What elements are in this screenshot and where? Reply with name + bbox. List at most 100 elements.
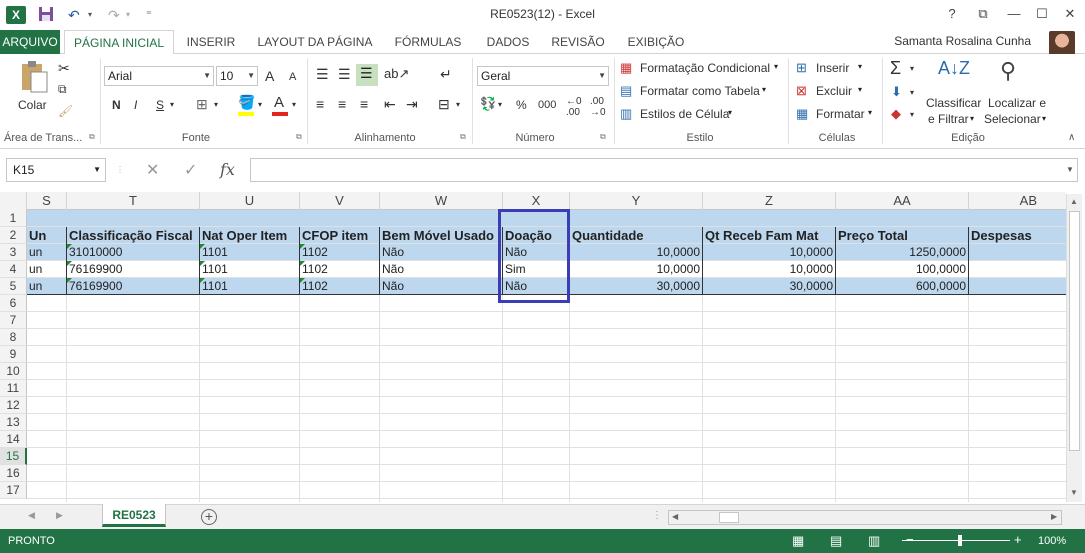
formula-input[interactable] [250, 158, 1078, 182]
column-header[interactable]: W [380, 192, 503, 210]
align-center-icon[interactable]: ≡ [338, 96, 346, 112]
table-cell[interactable]: 600,0000 [836, 278, 969, 295]
row-header[interactable]: 3 [0, 244, 27, 261]
percent-style-button[interactable]: % [516, 98, 527, 112]
font-color-icon[interactable]: A [274, 94, 284, 111]
row-header[interactable]: 1 [0, 210, 27, 227]
align-bottom-button[interactable]: ☰ [356, 64, 378, 86]
table-cell[interactable]: 30,0000 [703, 278, 836, 295]
underline-button[interactable]: S [156, 98, 164, 112]
page-layout-view-icon[interactable]: ▤ [830, 533, 842, 549]
delete-cells-button[interactable]: ⊠ Excluir ▾ [796, 83, 866, 101]
accounting-dropdown-icon[interactable]: ▾ [498, 100, 502, 109]
format-as-table-button[interactable]: ▤ Formatar como Tabela ▾ [620, 83, 780, 101]
table-header-cell[interactable]: Preço Total [836, 227, 969, 244]
tab-split-handle-icon[interactable]: ⋮ [652, 510, 662, 521]
tab-insert[interactable]: INSERIR [180, 30, 242, 54]
font-launcher-icon[interactable]: ⧉ [296, 132, 302, 142]
user-name[interactable]: Samanta Rosalina Cunha [894, 34, 1031, 48]
table-header-cell[interactable]: Nat Oper Item [200, 227, 300, 244]
table-cell[interactable]: un [27, 244, 67, 261]
italic-button[interactable]: I [134, 98, 137, 112]
merge-center-icon[interactable]: ⊟ [438, 96, 450, 113]
table-cell[interactable] [969, 261, 1066, 278]
conditional-formatting-button[interactable]: ▦ Formatação Condicional ▾ [620, 60, 786, 78]
column-header[interactable]: Y [570, 192, 703, 210]
borders-icon[interactable]: ⊞ [196, 96, 208, 113]
insert-function-icon[interactable]: fx [220, 160, 235, 179]
tab-file[interactable]: ARQUIVO [0, 30, 60, 54]
table-cell[interactable] [969, 244, 1066, 261]
table-cell[interactable]: 1101 [200, 261, 300, 278]
scroll-left-icon[interactable]: ◀ [672, 512, 678, 521]
select-all-corner[interactable] [0, 192, 27, 210]
table-cell[interactable]: 10,0000 [570, 261, 703, 278]
add-sheet-button[interactable]: + [201, 509, 217, 525]
tab-page-layout[interactable]: LAYOUT DA PÁGINA [252, 30, 378, 54]
bold-button[interactable]: N [112, 98, 121, 112]
restore-button[interactable]: ☐ [1030, 4, 1054, 24]
table-cell[interactable]: 10,0000 [703, 261, 836, 278]
table-header-cell[interactable]: Despesas [969, 227, 1066, 244]
table-cell[interactable]: 1102 [300, 244, 380, 261]
row-header[interactable]: 17 [0, 482, 27, 499]
table-cell[interactable]: Não [380, 278, 503, 295]
table-cell[interactable]: 31010000 [67, 244, 200, 261]
expand-formula-bar-icon[interactable]: ▼ [1066, 165, 1074, 174]
table-cell[interactable]: 1101 [200, 278, 300, 295]
zoom-slider-thumb[interactable] [958, 535, 962, 546]
fill-color-dropdown-icon[interactable]: ▾ [258, 100, 262, 109]
horizontal-scroll-thumb[interactable] [719, 512, 739, 523]
table-cell[interactable]: 1102 [300, 278, 380, 295]
page-break-view-icon[interactable]: ▥ [868, 533, 880, 549]
autosum-dropdown-icon[interactable]: ▾ [910, 64, 914, 73]
table-cell[interactable]: 100,0000 [836, 261, 969, 278]
row-header[interactable]: 12 [0, 397, 27, 414]
tab-formulas[interactable]: FÓRMULAS [388, 30, 468, 54]
font-family-select[interactable]: Arial ▼ [104, 66, 214, 86]
row-header[interactable]: 16 [0, 465, 27, 482]
autosum-icon[interactable]: Σ [890, 58, 901, 79]
row-header-selected[interactable]: 15 [0, 448, 27, 465]
cell-styles-button[interactable]: ▥ Estilos de Célula ▾ [620, 106, 750, 124]
enter-icon[interactable]: ✓ [184, 160, 197, 180]
table-cell[interactable]: 30,0000 [570, 278, 703, 295]
row-header[interactable]: 4 [0, 261, 27, 278]
number-launcher-icon[interactable]: ⧉ [600, 132, 606, 142]
scroll-right-icon[interactable]: ▶ [1051, 512, 1057, 521]
ribbon-display-options-button[interactable]: ⧉ [971, 4, 995, 24]
collapse-ribbon-icon[interactable]: ∧ [1068, 132, 1075, 143]
grow-font-button[interactable]: A [265, 68, 274, 84]
number-format-select[interactable]: Geral ▼ [477, 66, 609, 86]
table-cell[interactable]: Não [380, 261, 503, 278]
clipboard-launcher-icon[interactable]: ⧉ [89, 132, 95, 142]
table-header-cell[interactable]: Bem Móvel Usado [380, 227, 503, 244]
zoom-in-icon[interactable]: + [1014, 532, 1022, 547]
zoom-level[interactable]: 100% [1038, 535, 1066, 547]
font-color-dropdown-icon[interactable]: ▾ [292, 100, 296, 109]
row-header[interactable]: 9 [0, 346, 27, 363]
table-cell[interactable]: un [27, 261, 67, 278]
row-header[interactable]: 5 [0, 278, 27, 295]
align-left-icon[interactable]: ≡ [316, 96, 324, 112]
column-header[interactable]: U [200, 192, 300, 210]
table-cell[interactable]: 10,0000 [570, 244, 703, 261]
tab-home[interactable]: PÁGINA INICIAL [64, 30, 174, 55]
accounting-format-icon[interactable]: 💱 [480, 96, 496, 112]
row-header[interactable]: 14 [0, 431, 27, 448]
wrap-text-icon[interactable]: ↵ [440, 66, 452, 83]
table-header-cell[interactable]: Classificação Fiscal [67, 227, 200, 244]
help-button[interactable]: ? [940, 4, 964, 24]
table-cell[interactable]: 76169900 [67, 261, 200, 278]
table-header-cell[interactable]: Quantidade [570, 227, 703, 244]
align-right-icon[interactable]: ≡ [360, 96, 368, 112]
align-top-icon[interactable]: ☰ [316, 66, 329, 83]
column-header[interactable]: V [300, 192, 380, 210]
column-header[interactable]: Z [703, 192, 836, 210]
increase-indent-icon[interactable]: ⇥ [406, 96, 418, 113]
close-button[interactable]: ✕ [1058, 4, 1082, 24]
fill-dropdown-icon[interactable]: ▾ [910, 88, 914, 97]
table-header-cell[interactable]: CFOP item [300, 227, 380, 244]
format-painter-icon[interactable]: 🖌 [58, 104, 73, 118]
clear-dropdown-icon[interactable]: ▾ [910, 110, 914, 119]
